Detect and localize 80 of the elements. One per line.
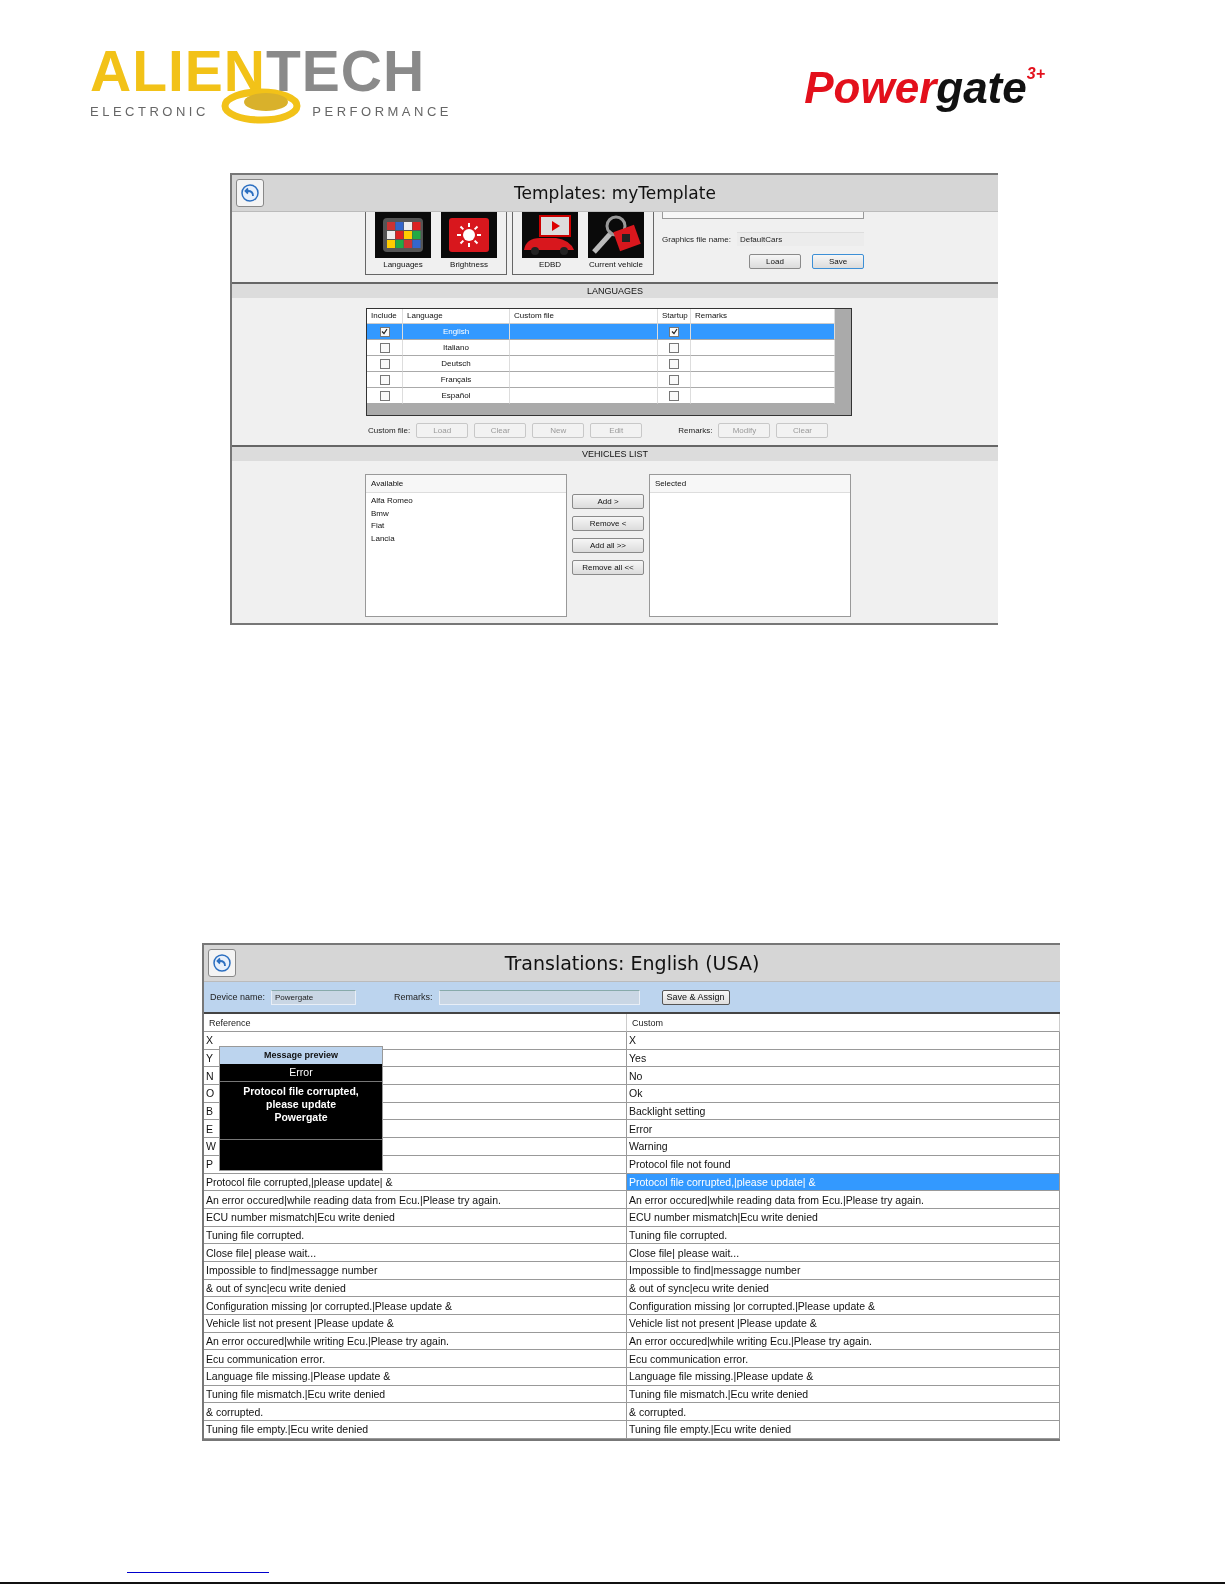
preview-heading: Error xyxy=(220,1064,382,1082)
preview-message: Protocol file corrupted, please update Powergate xyxy=(220,1082,382,1140)
back-button[interactable] xyxy=(236,179,264,207)
field-label: Remarks: xyxy=(394,992,433,1002)
table-cell: Tuning file empty.|Ecu write denied xyxy=(204,1421,627,1439)
list-header: Selected xyxy=(650,475,850,493)
tool-label[interactable]: Languages xyxy=(383,260,423,269)
sun-icon xyxy=(441,212,497,258)
tool-label[interactable]: Brightness xyxy=(450,260,488,269)
checkbox[interactable] xyxy=(669,342,679,353)
table-cell: Warning xyxy=(627,1138,1060,1156)
window-title: Translations: English (USA) xyxy=(504,952,760,974)
table-cell: Vehicle list not present |Please update & xyxy=(204,1315,627,1333)
product-logo-superscript: 3+ xyxy=(1026,66,1045,82)
save-assign-button[interactable]: Save & Assign xyxy=(661,989,730,1005)
file-button[interactable]: Load xyxy=(749,254,801,269)
table-cell: An error occured|while reading data from Ecu.|Please try again. xyxy=(627,1191,1060,1209)
flags-icon xyxy=(375,212,431,258)
table-cell: Ecu communication error. xyxy=(204,1350,627,1369)
table-cell: Close file| please wait... xyxy=(204,1244,627,1262)
section-title: LANGUAGES xyxy=(587,286,643,296)
table-cell: Language file missing.|Please update & xyxy=(627,1368,1060,1386)
brand-tagline: ELECTRONIC xyxy=(90,103,209,119)
checkbox[interactable] xyxy=(379,390,390,401)
back-button[interactable] xyxy=(208,949,236,977)
table-cell: Ok xyxy=(627,1085,1060,1103)
list-header: Available xyxy=(366,475,566,493)
graphics-file-field[interactable]: DefaultCars xyxy=(736,232,864,246)
table-cell: Language file missing.|Please update & xyxy=(204,1368,627,1386)
field-label: Device name: xyxy=(210,992,266,1002)
remarks-field[interactable] xyxy=(438,989,640,1005)
transfer-button[interactable]: Add > xyxy=(572,494,644,509)
table-cell: Close file| please wait... xyxy=(627,1244,1060,1262)
file-button[interactable]: Save xyxy=(812,254,864,269)
brand-tagline: PERFORMANCE xyxy=(312,103,452,119)
checkbox[interactable] xyxy=(379,374,390,385)
tool-label[interactable]: EDBD xyxy=(538,260,562,269)
table-cell: An error occured|while reading data from Ecu.|Please try again. xyxy=(204,1191,627,1209)
field-label: Remarks: xyxy=(678,426,713,435)
popup-title: Message preview xyxy=(220,1047,382,1064)
checkbox[interactable] xyxy=(669,390,679,401)
list-item[interactable]: Alfa Romeo xyxy=(366,495,566,508)
checkbox[interactable] xyxy=(669,358,679,369)
list-item[interactable]: Lancia xyxy=(366,532,566,545)
checkbox[interactable] xyxy=(669,374,679,385)
window-title: Templates: myTemplate xyxy=(514,183,716,203)
checkbox[interactable] xyxy=(379,358,390,369)
device-name-field[interactable]: Powergate xyxy=(271,989,357,1005)
table-cell: No xyxy=(627,1067,1060,1086)
tool-label[interactable]: Current vehicle xyxy=(589,260,643,269)
table-cell: X xyxy=(627,1032,1060,1050)
language-cell[interactable]: Español xyxy=(403,388,510,404)
brand-logo-text: TECH xyxy=(266,48,426,94)
list-item[interactable]: Fiat xyxy=(366,520,566,533)
table-cell: Vehicle list not present |Please update & xyxy=(627,1315,1060,1333)
table-cell: Tuning file empty.|Ecu write denied xyxy=(627,1421,1060,1439)
language-cell[interactable]: Deutsch xyxy=(403,356,510,372)
back-icon xyxy=(213,954,231,972)
table-cell: X xyxy=(204,1032,627,1050)
back-icon xyxy=(241,184,259,202)
field-label: Custom file: xyxy=(368,426,411,435)
table-cell: & corrupted. xyxy=(204,1403,627,1422)
table-cell: Ecu communication error. xyxy=(627,1350,1060,1369)
checkbox[interactable] xyxy=(379,342,390,353)
brand-logo-text: ALIEN xyxy=(90,48,266,94)
table-cell: Configuration missing |or corrupted.|Please update & xyxy=(204,1297,627,1315)
language-cell[interactable]: Italiano xyxy=(403,340,510,356)
section-title: VEHICLES LIST xyxy=(582,449,648,459)
table-cell: Error xyxy=(627,1120,1060,1139)
product-logo-text: Power xyxy=(804,66,937,110)
transfer-button[interactable]: Add all >> xyxy=(572,538,644,553)
checkbox[interactable] xyxy=(669,326,679,337)
transfer-button[interactable]: Remove < xyxy=(572,516,644,531)
checkbox[interactable] xyxy=(379,326,390,337)
language-cell[interactable]: Français xyxy=(403,372,510,388)
field-label: Graphics file name: xyxy=(662,234,731,244)
transfer-button[interactable]: Remove all << xyxy=(572,560,644,575)
table-cell: Configuration missing |or corrupted.|Please update & xyxy=(627,1297,1060,1315)
table-cell: & corrupted. xyxy=(627,1403,1060,1422)
list-item[interactable]: Bmw xyxy=(366,507,566,520)
